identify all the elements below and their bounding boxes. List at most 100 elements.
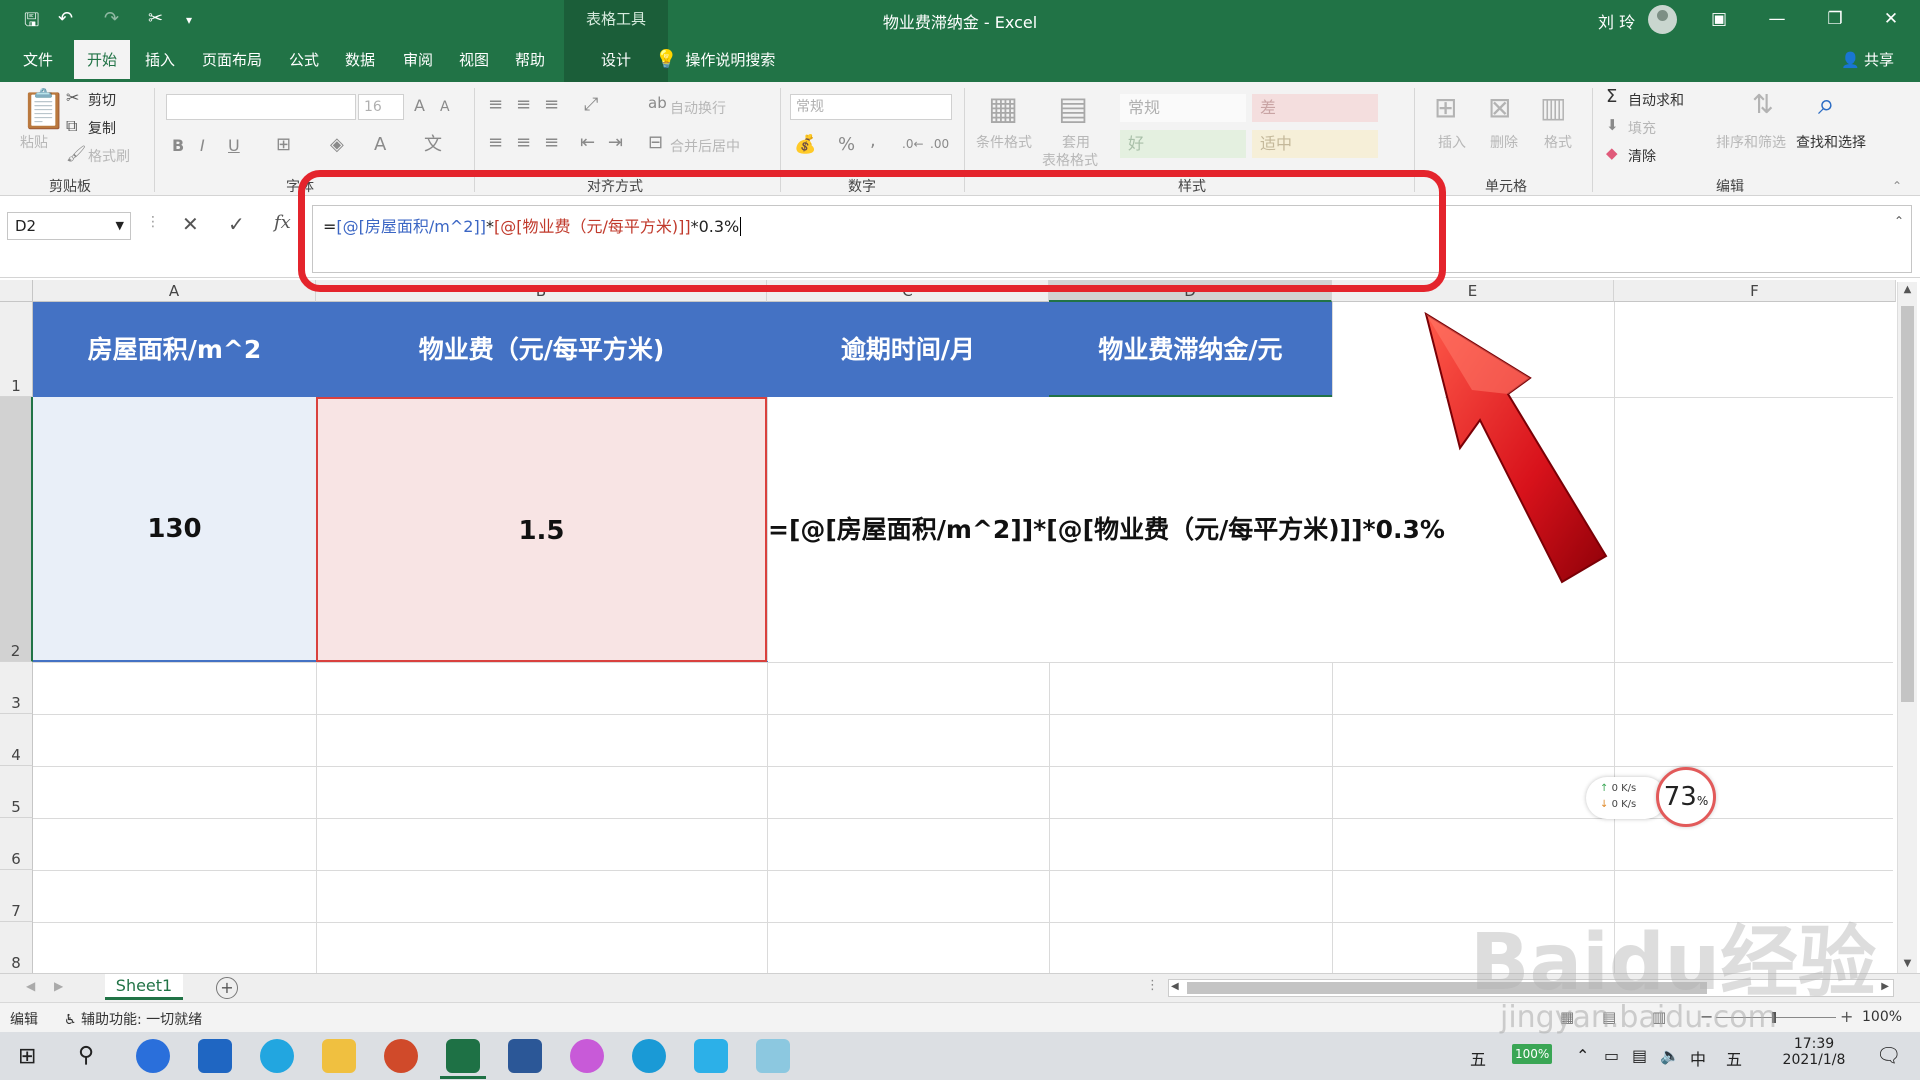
more-icon[interactable]: ⋮: [146, 214, 160, 230]
table-header-overdue[interactable]: 逾期时间/月: [767, 302, 1049, 397]
comma-icon[interactable]: ,: [870, 132, 876, 150]
tab-view[interactable]: 视图: [452, 40, 496, 82]
paste-icon[interactable]: 📋: [20, 90, 67, 128]
autosum-label[interactable]: 自动求和: [1628, 90, 1684, 110]
cell-d2-editing-text[interactable]: =[@[房屋面积/m^2]]*[@[物业费（元/每平方米)]]*0.3%: [768, 397, 1445, 662]
word-icon[interactable]: [508, 1039, 542, 1073]
column-header-f[interactable]: F: [1614, 280, 1896, 302]
sort-filter-icon[interactable]: ⇅: [1752, 92, 1774, 118]
row-header-1[interactable]: 1: [0, 302, 33, 397]
minimize-icon[interactable]: —: [1748, 0, 1806, 40]
select-all-corner[interactable]: [0, 280, 33, 302]
align-center-icon[interactable]: ≡: [516, 134, 531, 152]
style-good[interactable]: 好: [1120, 130, 1246, 158]
network-speed-widget[interactable]: ↑ 0 K/s ↓ 0 K/s 73%: [1586, 767, 1720, 827]
fill-label[interactable]: 填充: [1628, 118, 1656, 138]
clock[interactable]: 17:39 2021/1/8: [1776, 1036, 1852, 1068]
row-header-5[interactable]: 5: [0, 766, 33, 818]
cell-a2[interactable]: 130: [33, 397, 316, 662]
merge-label[interactable]: 合并后居中: [670, 136, 740, 156]
shrink-font-icon[interactable]: A: [440, 100, 450, 114]
tab-design[interactable]: 设计: [564, 40, 668, 82]
customize-qa-icon[interactable]: ▾: [186, 13, 192, 27]
sheet-tab-sheet1[interactable]: Sheet1: [105, 974, 183, 1000]
format-painter-label[interactable]: 格式刷: [88, 146, 130, 166]
row-header-8[interactable]: 8: [0, 922, 33, 973]
collapse-formula-bar-icon[interactable]: ⌃: [1894, 214, 1904, 228]
phonetic-icon[interactable]: 文: [424, 136, 442, 154]
table-header-late-fee[interactable]: 物业费滞纳金/元: [1049, 302, 1332, 397]
edge-browser-icon[interactable]: [632, 1039, 666, 1073]
row-header-4[interactable]: 4: [0, 714, 33, 766]
underline-icon[interactable]: U: [228, 138, 240, 154]
tab-page-layout[interactable]: 页面布局: [196, 40, 268, 82]
font-size-box[interactable]: 16: [358, 94, 404, 120]
style-bad[interactable]: 差: [1252, 94, 1378, 122]
format-as-table-label-2[interactable]: 表格格式: [1042, 150, 1098, 170]
insert-function-icon[interactable]: fx: [274, 212, 291, 233]
italic-icon[interactable]: I: [200, 138, 205, 154]
row-header-7[interactable]: 7: [0, 870, 33, 922]
ie-browser-icon[interactable]: [260, 1039, 294, 1073]
cut-label[interactable]: 剪切: [88, 90, 116, 110]
ime-indicator[interactable]: 五: [1470, 1046, 1486, 1070]
style-normal[interactable]: 常规: [1120, 94, 1246, 122]
conditional-format-icon[interactable]: ▦: [988, 92, 1018, 124]
cut-qa-icon[interactable]: ✂: [148, 8, 163, 29]
tab-formulas[interactable]: 公式: [282, 40, 326, 82]
find-select-label[interactable]: 查找和选择: [1796, 132, 1866, 152]
redo-icon[interactable]: ↷: [104, 8, 119, 29]
orientation-icon[interactable]: ⤢: [584, 96, 598, 114]
format-as-table-label-1[interactable]: 套用: [1062, 132, 1090, 152]
scroll-left-icon[interactable]: ◀: [1171, 981, 1179, 992]
windows-start-icon[interactable]: ⊞: [18, 1044, 36, 1069]
clear-icon[interactable]: ◆: [1606, 146, 1618, 161]
align-bottom-icon[interactable]: ≡: [544, 96, 559, 114]
scroll-right-icon[interactable]: ▶: [1881, 981, 1889, 992]
vertical-scrollbar[interactable]: ▲ ▼: [1897, 282, 1917, 977]
paint-app-icon[interactable]: [570, 1039, 604, 1073]
autosum-icon[interactable]: Σ: [1606, 88, 1617, 106]
close-icon[interactable]: ✕: [1862, 0, 1920, 40]
scroll-up-icon[interactable]: ▲: [1900, 284, 1915, 298]
percent-icon[interactable]: %: [838, 136, 855, 154]
find-select-icon[interactable]: ⌕: [1818, 90, 1835, 120]
copy-icon[interactable]: ⧉: [66, 118, 77, 134]
insert-cells-label[interactable]: 插入: [1438, 132, 1466, 152]
clear-label[interactable]: 清除: [1628, 146, 1656, 166]
align-top-icon[interactable]: ≡: [488, 96, 503, 114]
table-header-fee[interactable]: 物业费（元/每平方米): [316, 302, 767, 397]
tab-file[interactable]: 文件: [14, 40, 62, 82]
ribbon-display-icon[interactable]: ▣: [1690, 0, 1748, 40]
tab-insert[interactable]: 插入: [138, 40, 182, 82]
font-name-box[interactable]: [166, 94, 356, 120]
wrap-text-label[interactable]: 自动换行: [670, 98, 726, 118]
name-box[interactable]: D2 ▼: [7, 212, 131, 240]
accessibility-status[interactable]: ♿ 辅助功能: 一切就绪: [64, 1009, 202, 1029]
cancel-icon[interactable]: ✕: [182, 212, 199, 236]
fill-color-icon[interactable]: ◈: [330, 136, 344, 154]
scroll-down-icon[interactable]: ▼: [1900, 958, 1915, 972]
powerpoint-icon[interactable]: [384, 1039, 418, 1073]
format-painter-icon[interactable]: 🖌: [66, 146, 86, 162]
cut-icon[interactable]: ✂: [66, 90, 79, 106]
scroll-thumb[interactable]: [1901, 306, 1914, 702]
row-header-2[interactable]: 2: [0, 397, 33, 662]
tab-review[interactable]: 审阅: [396, 40, 440, 82]
avatar[interactable]: [1648, 5, 1677, 34]
align-right-icon[interactable]: ≡: [544, 134, 559, 152]
chevron-down-icon[interactable]: ▼: [116, 213, 124, 239]
search-icon[interactable]: ⚲: [78, 1043, 94, 1068]
screenshot-app-icon[interactable]: [694, 1039, 728, 1073]
align-left-icon[interactable]: ≡: [488, 134, 503, 152]
user-name[interactable]: 刘 玲: [1598, 9, 1635, 33]
merge-icon[interactable]: ⊟: [648, 134, 663, 152]
delete-cells-label[interactable]: 删除: [1490, 132, 1518, 152]
add-sheet-icon[interactable]: +: [216, 977, 238, 999]
restore-icon[interactable]: ❐: [1806, 0, 1864, 40]
notifications-icon[interactable]: 🗨: [1876, 1043, 1901, 1067]
delete-cells-icon[interactable]: ⊠: [1488, 94, 1511, 122]
undo-icon[interactable]: ↶: [58, 8, 73, 29]
split-handle-icon[interactable]: ⋮: [1146, 978, 1159, 993]
lark-app-icon[interactable]: [136, 1039, 170, 1073]
